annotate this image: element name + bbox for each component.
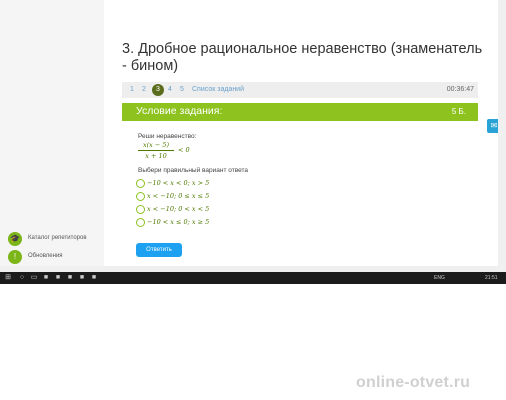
radio-button[interactable]	[136, 179, 145, 188]
submit-button[interactable]: Ответить	[136, 243, 182, 257]
page-link-4[interactable]: 4	[168, 86, 172, 93]
windows-taskbar: ⊞ ○ ▭ ■ ■ ■ ■ ■ ENG 21:51	[0, 272, 506, 284]
sidebar-item-updates[interactable]: ! Обновления	[8, 250, 98, 264]
score-badge: 5 Б.	[451, 107, 466, 116]
vertical-scrollbar[interactable]	[498, 0, 506, 272]
watermark: online-otvet.ru	[356, 374, 471, 391]
fraction-numerator: x(x − 5)	[142, 141, 170, 149]
browser-viewport: 3. Дробное рациональное неравенство (зна…	[0, 0, 506, 272]
option-text: −10 < x < 0; x > 5	[147, 179, 210, 187]
page-link-2[interactable]: 2	[142, 86, 146, 93]
task-view-icon[interactable]: ▭	[30, 274, 38, 282]
inequality-fraction: x(x − 5) x + 10	[138, 141, 174, 160]
page-link-5[interactable]: 5	[180, 86, 184, 93]
page-link-1[interactable]: 1	[130, 86, 134, 93]
fraction-denominator: x + 10	[145, 152, 167, 160]
radio-button[interactable]	[136, 205, 145, 214]
exclamation-icon: !	[8, 250, 22, 264]
task-pagination-bar: 1 2 3 4 5 Список заданий 00:36:47	[122, 82, 478, 98]
language-indicator[interactable]: ENG	[434, 275, 445, 281]
clock[interactable]: 21:51	[485, 275, 498, 281]
search-icon[interactable]: ○	[18, 274, 26, 282]
option-text: x < −10; 0 < x < 5	[147, 205, 210, 213]
windows-start-icon[interactable]: ⊞	[4, 274, 12, 282]
task-list-link[interactable]: Список заданий	[192, 86, 244, 93]
inequality-comparison: < 0	[178, 146, 190, 154]
app-icon[interactable]: ■	[78, 274, 86, 282]
radio-button[interactable]	[136, 218, 145, 227]
timer: 00:36:47	[446, 86, 474, 93]
radio-button[interactable]	[136, 192, 145, 201]
fraction-line	[138, 150, 174, 151]
instruction-text: Реши неравенство:	[138, 133, 197, 140]
condition-header: Условие задания:	[136, 105, 223, 117]
app-icon[interactable]: ■	[42, 274, 50, 282]
condition-header-bar: Условие задания: 5 Б.	[122, 103, 478, 121]
sidebar-item-label: Каталог репетиторов	[28, 235, 87, 241]
app-icon[interactable]: ■	[66, 274, 74, 282]
option-text: −10 < x ≤ 0; x ≥ 5	[147, 218, 210, 226]
app-icon[interactable]: ■	[54, 274, 62, 282]
graduation-cap-icon: 🎓	[8, 232, 22, 246]
sidebar-item-label: Обновления	[28, 253, 63, 259]
app-icon[interactable]: ■	[90, 274, 98, 282]
page-title: 3. Дробное рациональное неравенство (зна…	[122, 41, 483, 74]
option-text: x < −10; 0 ≤ x ≤ 5	[147, 192, 210, 200]
page-link-3-active[interactable]: 3	[152, 84, 164, 96]
sidebar-item-tutors[interactable]: 🎓 Каталог репетиторов	[8, 232, 98, 246]
choose-answer-label: Выбери правильный вариант ответа	[138, 167, 249, 174]
